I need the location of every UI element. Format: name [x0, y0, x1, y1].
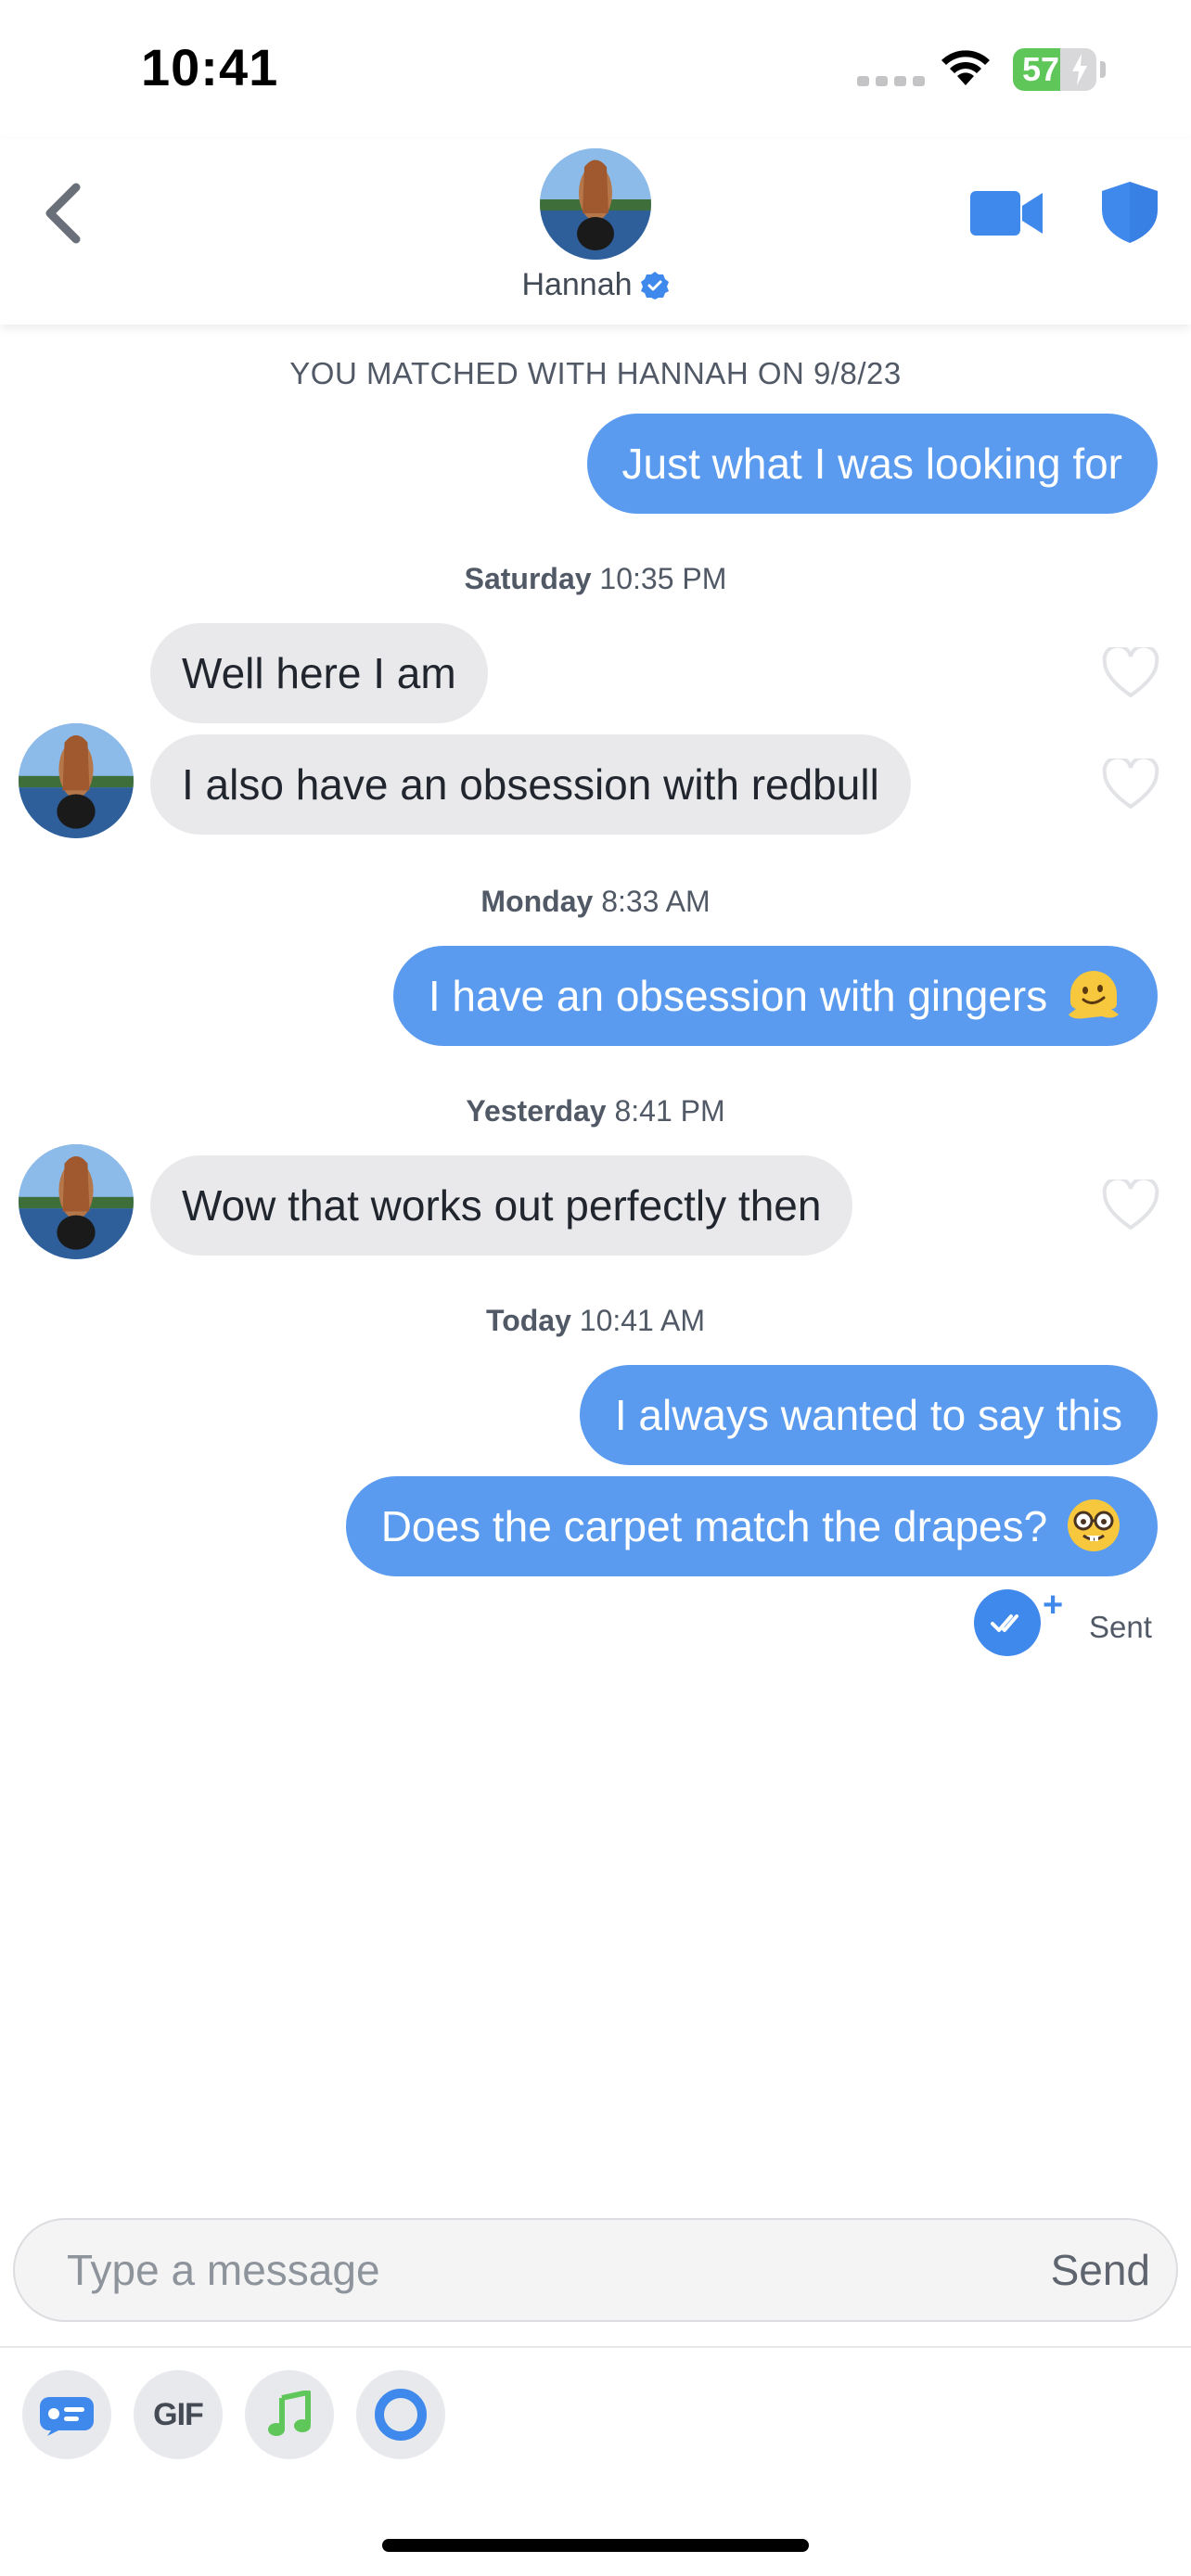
home-indicator[interactable] [382, 2539, 809, 2552]
incoming-message[interactable]: I also have an obsession with redbull [150, 734, 911, 835]
heart-like-icon[interactable] [1102, 759, 1159, 810]
status-time: 10:41 [141, 38, 279, 96]
charging-bolt-icon [1072, 54, 1087, 85]
message-text: I have an obsession with gingers [428, 972, 1048, 1020]
match-name: Hannah [521, 267, 633, 302]
profile-photo [540, 148, 651, 260]
timestamp-divider: Yesterday 8:41 PM [0, 1094, 1191, 1129]
timestamp-time: 8:33 AM [601, 885, 711, 918]
match-name-row: Hannah [0, 267, 1191, 303]
message-thread[interactable]: YOU MATCHED WITH HANNAH ON 9/8/23 Just w… [0, 325, 1191, 2216]
gif-button[interactable]: GIF [134, 2370, 223, 2459]
message-card-icon [40, 2397, 94, 2436]
timestamp-divider: Monday 8:33 AM [0, 885, 1191, 919]
toolbar-divider [0, 2346, 1191, 2348]
message-composer: Send [13, 2218, 1178, 2322]
timestamp-divider: Saturday 10:35 PM [0, 562, 1191, 596]
profile-photo [19, 1144, 134, 1259]
music-button[interactable] [245, 2370, 334, 2459]
battery-cap [1100, 61, 1106, 78]
timestamp-day: Yesterday [466, 1094, 607, 1128]
shield-icon [1102, 182, 1158, 243]
outgoing-message[interactable]: Does the carpet match the drapes? [345, 1476, 1158, 1576]
cellular-signal-icon [857, 76, 925, 86]
message-text: Does the carpet match the drapes? [380, 1502, 1048, 1550]
outgoing-message[interactable]: I have an obsession with gingers [392, 946, 1158, 1046]
outgoing-message[interactable]: Just what I was looking for [586, 414, 1158, 514]
incoming-message[interactable]: Well here I am [150, 623, 488, 723]
incoming-message[interactable]: Wow that works out perfectly then [150, 1155, 853, 1256]
back-button[interactable] [37, 176, 93, 250]
outgoing-message[interactable]: I always wanted to say this [579, 1365, 1158, 1465]
sender-avatar[interactable] [19, 1144, 134, 1259]
sent-status: Sent [1089, 1610, 1152, 1644]
wifi-icon [941, 50, 990, 85]
read-receipt [974, 1589, 1041, 1656]
safety-shield-button[interactable] [1100, 180, 1159, 249]
video-camera-icon [970, 191, 1043, 236]
timestamp-time: 10:41 AM [579, 1304, 705, 1337]
timestamp-divider: Today 10:41 AM [0, 1304, 1191, 1338]
music-note-icon [268, 2391, 311, 2436]
melting-face-emoji [1069, 970, 1119, 1019]
timestamp-day: Saturday [464, 562, 592, 595]
status-bar: 10:41 57 [0, 0, 1191, 139]
nerd-face-emoji [1068, 1498, 1120, 1551]
ring-icon [375, 2389, 427, 2441]
chevron-left-icon [45, 183, 81, 244]
double-check-icon [991, 1614, 1018, 1632]
message-card-button[interactable] [22, 2370, 111, 2459]
timestamp-day: Monday [480, 885, 594, 918]
chat-header: Hannah [0, 139, 1191, 325]
message-input[interactable] [67, 2220, 902, 2320]
profile-photo [19, 723, 134, 838]
send-button[interactable]: Send [1051, 2220, 1150, 2320]
timestamp-time: 10:35 PM [599, 562, 727, 595]
heart-like-icon[interactable] [1102, 647, 1159, 699]
sender-avatar[interactable] [19, 723, 134, 838]
verified-badge-icon [640, 271, 669, 300]
ring-button[interactable] [356, 2370, 445, 2459]
timestamp-day: Today [486, 1304, 571, 1337]
gif-label: GIF [153, 2396, 204, 2432]
timestamp-time: 8:41 PM [614, 1094, 725, 1128]
heart-like-icon[interactable] [1102, 1180, 1159, 1231]
video-call-button[interactable] [970, 187, 1044, 244]
match-avatar[interactable] [540, 148, 651, 260]
battery-icon: 57 [1013, 48, 1096, 91]
receipt-plus[interactable]: + [1043, 1586, 1063, 1626]
match-notice: YOU MATCHED WITH HANNAH ON 9/8/23 [289, 356, 902, 390]
